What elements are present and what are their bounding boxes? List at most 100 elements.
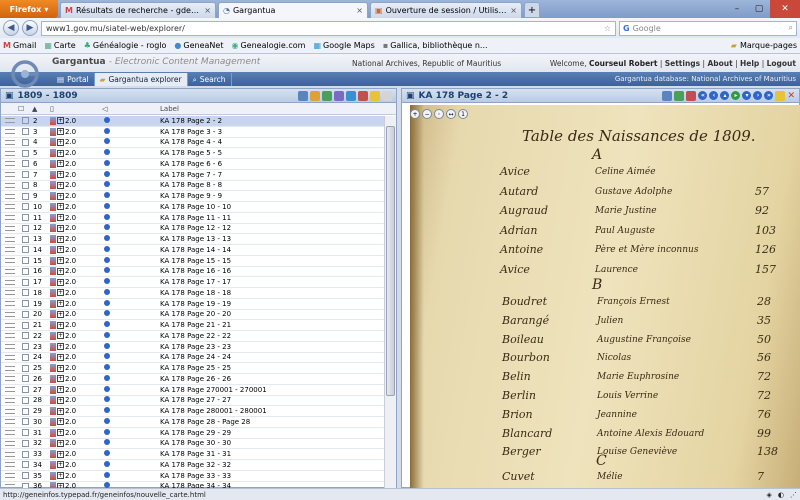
row-handle-icon[interactable] <box>5 333 15 339</box>
expand-icon[interactable]: + <box>57 192 64 200</box>
zoom-width-icon[interactable]: ↔ <box>446 109 456 119</box>
document-icon[interactable] <box>50 331 56 340</box>
minimize-icon[interactable]: – <box>726 0 748 18</box>
row-checkbox[interactable] <box>22 418 29 426</box>
close-tab-icon[interactable]: × <box>356 6 363 15</box>
table-row[interactable]: 10 +2.0 KA 178 Page 10 - 10 <box>1 202 385 213</box>
row-label[interactable]: KA 178 Page 8 - 8 <box>160 181 385 189</box>
table-row[interactable]: 27 +2.0 KA 178 Page 270001 - 270001 <box>1 385 385 396</box>
expand-icon[interactable]: + <box>57 418 64 426</box>
row-handle-icon[interactable] <box>5 387 15 393</box>
table-row[interactable]: 5 +2.0 KA 178 Page 5 - 5 <box>1 148 385 159</box>
list-view-icon[interactable] <box>298 90 308 101</box>
table-row[interactable]: 21 +2.0 KA 178 Page 21 - 21 <box>1 320 385 331</box>
search-box[interactable]: G Google ⌕ <box>619 20 797 36</box>
edit-icon[interactable] <box>674 90 685 101</box>
delete-icon[interactable] <box>358 90 368 101</box>
label-column-header[interactable]: Label <box>160 105 396 113</box>
expand-icon[interactable]: + <box>57 128 64 136</box>
row-checkbox[interactable] <box>22 235 29 243</box>
flag-column-icon[interactable]: ◁ <box>102 105 160 113</box>
row-checkbox[interactable] <box>22 429 29 437</box>
row-label[interactable]: KA 178 Page 11 - 11 <box>160 214 385 222</box>
row-checkbox[interactable] <box>22 267 29 275</box>
row-checkbox[interactable] <box>22 160 29 168</box>
bookmark-roglo[interactable]: ♣ Généalogie - roglo <box>84 41 167 50</box>
row-label[interactable]: KA 178 Page 30 - 30 <box>160 439 385 447</box>
document-icon[interactable] <box>50 278 56 287</box>
row-checkbox[interactable] <box>22 310 29 318</box>
document-icon[interactable] <box>50 460 56 469</box>
row-handle-icon[interactable] <box>5 419 15 425</box>
bookmarks-menu[interactable]: ▰ Marque-pages <box>731 41 797 50</box>
row-checkbox[interactable] <box>22 343 29 351</box>
expand-icon[interactable]: + <box>57 343 64 351</box>
row-checkbox[interactable] <box>22 171 29 179</box>
table-row[interactable]: 12 +2.0 KA 178 Page 12 - 12 <box>1 224 385 235</box>
first-page-icon[interactable]: « <box>698 91 708 100</box>
row-label[interactable]: KA 178 Page 5 - 5 <box>160 149 385 157</box>
row-label[interactable]: KA 178 Page 17 - 17 <box>160 278 385 286</box>
row-checkbox[interactable] <box>22 149 29 157</box>
expand-icon[interactable]: + <box>57 257 64 265</box>
expand-icon[interactable]: + <box>57 267 64 275</box>
table-row[interactable]: 34 +2.0 KA 178 Page 32 - 32 <box>1 460 385 471</box>
row-handle-icon[interactable] <box>5 139 15 145</box>
row-label[interactable]: KA 178 Page 21 - 21 <box>160 321 385 329</box>
row-label[interactable]: KA 178 Page 32 - 32 <box>160 461 385 469</box>
row-checkbox[interactable] <box>22 192 29 200</box>
row-handle-icon[interactable] <box>5 225 15 231</box>
document-column-icon[interactable]: ▯ <box>50 105 102 113</box>
table-row[interactable]: 20 +2.0 KA 178 Page 20 - 20 <box>1 310 385 321</box>
document-icon[interactable] <box>50 321 56 330</box>
close-icon[interactable] <box>382 90 392 101</box>
document-icon[interactable] <box>50 224 56 233</box>
logout-link[interactable]: Logout <box>767 59 796 68</box>
row-label[interactable]: KA 178 Page 20 - 20 <box>160 310 385 318</box>
back-button[interactable]: ◀ <box>3 20 19 36</box>
document-icon[interactable] <box>50 213 56 222</box>
row-checkbox[interactable] <box>22 224 29 232</box>
row-label[interactable]: KA 178 Page 10 - 10 <box>160 203 385 211</box>
row-label[interactable]: KA 178 Page 9 - 9 <box>160 192 385 200</box>
row-handle-icon[interactable] <box>5 247 15 253</box>
forward-button[interactable]: ▶ <box>22 20 38 36</box>
expand-icon[interactable]: + <box>57 203 64 211</box>
row-handle-icon[interactable] <box>5 311 15 317</box>
properties-icon[interactable] <box>334 90 344 101</box>
expand-icon[interactable]: + <box>57 321 64 329</box>
close-window-icon[interactable]: ✕ <box>770 0 800 18</box>
row-handle-icon[interactable] <box>5 129 15 135</box>
row-checkbox[interactable] <box>22 364 29 372</box>
row-handle-icon[interactable] <box>5 268 15 274</box>
row-checkbox[interactable] <box>22 257 29 265</box>
help-link[interactable]: Help <box>740 59 759 68</box>
table-row[interactable]: 8 +2.0 KA 178 Page 8 - 8 <box>1 181 385 192</box>
table-row[interactable]: 17 +2.0 KA 178 Page 17 - 17 <box>1 277 385 288</box>
table-row[interactable]: 3 +2.0 KA 178 Page 3 - 3 <box>1 127 385 138</box>
row-handle-icon[interactable] <box>5 204 15 210</box>
document-icon[interactable] <box>50 299 56 308</box>
expand-icon[interactable]: + <box>57 278 64 286</box>
row-label[interactable]: KA 178 Page 33 - 33 <box>160 472 385 480</box>
expand-icon[interactable]: + <box>57 364 64 372</box>
firefox-menu-button[interactable]: Firefox ▾ <box>0 0 58 18</box>
row-label[interactable]: KA 178 Page 7 - 7 <box>160 171 385 179</box>
expand-icon[interactable]: + <box>57 214 64 222</box>
about-link[interactable]: About <box>707 59 732 68</box>
bookmark-google-maps[interactable]: ▦ Google Maps <box>313 41 374 50</box>
list-scrollbar[interactable] <box>384 116 396 489</box>
row-handle-icon[interactable] <box>5 161 15 167</box>
row-checkbox[interactable] <box>22 439 29 447</box>
close-tab-icon[interactable]: × <box>204 6 211 15</box>
row-label[interactable]: KA 178 Page 18 - 18 <box>160 289 385 297</box>
row-label[interactable]: KA 178 Page 27 - 27 <box>160 396 385 404</box>
url-bar[interactable]: www1.gov.mu/siatel-web/explorer/ ☆ <box>41 20 616 36</box>
row-checkbox[interactable] <box>22 300 29 308</box>
play-icon[interactable]: ▸ <box>731 91 741 100</box>
row-checkbox[interactable] <box>22 138 29 146</box>
expand-icon[interactable]: + <box>57 386 64 394</box>
scanned-register-page[interactable]: Table des Naissances de 1809. A B C Avic… <box>410 105 800 488</box>
table-row[interactable]: 9 +2.0 KA 178 Page 9 - 9 <box>1 191 385 202</box>
row-label[interactable]: KA 178 Page 23 - 23 <box>160 343 385 351</box>
